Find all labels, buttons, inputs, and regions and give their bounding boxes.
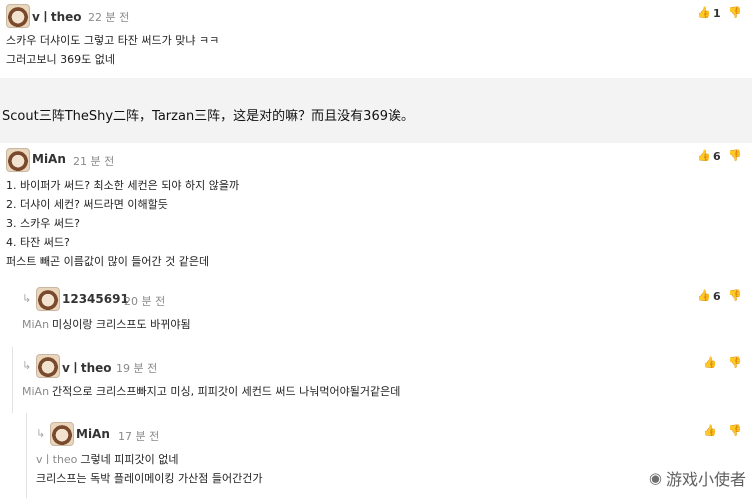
reply-line: 그렇네 피피갓이 없네 [80,453,179,466]
reply-arrow-icon: ↳ [22,359,32,372]
comment-text: 1. 바이퍼가 써드? 최소한 세컨은 되야 하지 않을까 2. 더샤이 세컨?… [6,176,239,271]
comment-line: 4. 타잔 써드? [6,236,70,249]
reply-timestamp: 19 분 전 [116,362,158,375]
reply-username[interactable]: vㅣtheo [62,359,112,376]
comment-line: 스카우 더샤이도 그렇고 타잔 써드가 맞냐 ㅋㅋ [6,34,220,47]
comment-line: 퍼스트 빼곤 이름값이 많이 들어간 것 같은데 [6,255,210,268]
caption-text: Scout三阵TheShy二阵，Tarzan三阵，这是对的嘛？而且没有369诶。 [2,109,414,124]
thread-line [26,413,27,498]
like-count: 6 [713,290,721,303]
thumb-up-icon[interactable]: 👍 [697,149,711,163]
reply-mention[interactable]: vㅣtheo [36,453,77,466]
thumb-down-icon[interactable]: 👎 [728,424,742,438]
comment-item: MiAn 21 분 전 👍 6 👎 1. 바이퍼가 써드? 최소한 세컨은 되야… [0,143,752,282]
reply-arrow-icon: ↳ [22,292,32,305]
avatar[interactable] [36,287,60,311]
thumb-up-icon[interactable]: 👍 [697,6,711,20]
reply-item: ↳ 12345691 20 분 전 👍 6 👎 MiAn 미싱이랑 크리스프도 바… [0,281,752,348]
thumb-down-icon[interactable]: 👎 [728,289,742,303]
reply-line: 크리스프는 독박 플레이메이킹 가산점 들어간건가 [36,472,263,485]
like-count: 1 [713,7,721,20]
comment-item: vㅣtheo 22 분 전 👍 1 👎 스카우 더샤이도 그렇고 타잔 써드가 … [0,0,752,79]
reply-text: MiAn 미싱이랑 크리스프도 바뀌야됨 [22,315,191,334]
comment-line: 그러고보니 369도 없네 [6,53,115,66]
comment-timestamp: 22 분 전 [88,11,130,24]
comment-line: 1. 바이퍼가 써드? 최소한 세컨은 되야 하지 않을까 [6,179,240,192]
reply-timestamp: 17 분 전 [118,430,160,443]
watermark: ◉ 游戏小使者 [649,466,746,490]
avatar[interactable] [50,422,74,446]
thumb-down-icon[interactable]: 👎 [728,356,742,370]
reply-arrow-icon: ↳ [36,427,46,440]
watermark-text: 游戏小使者 [665,470,746,489]
thumb-down-icon[interactable]: 👎 [728,6,742,20]
reply-username[interactable]: 12345691 [62,292,129,306]
reply-mention[interactable]: MiAn [22,385,49,398]
reply-timestamp: 20 분 전 [124,295,166,308]
thumb-up-icon[interactable]: 👍 [703,424,717,438]
reply-line: 간적으로 크리스프빠지고 미싱, 피피갓이 세컨드 써드 나눠먹어야될거같은데 [52,385,401,398]
translation-caption: Scout三阵TheShy二阵，Tarzan三阵，这是对的嘛？而且没有369诶。 [0,78,752,143]
comment-line: 2. 더샤이 세컨? 써드라면 이해할듯 [6,198,168,211]
avatar[interactable] [36,354,60,378]
thumb-up-icon[interactable]: 👍 [697,289,711,303]
thumb-up-icon[interactable]: 👍 [703,356,717,370]
comment-text: 스카우 더샤이도 그렇고 타잔 써드가 맞냐 ㅋㅋ 그러고보니 369도 없네 [6,31,219,69]
comment-username[interactable]: MiAn [32,152,66,166]
thumb-down-icon[interactable]: 👎 [728,149,742,163]
reply-mention[interactable]: MiAn [22,318,49,331]
avatar[interactable] [6,148,30,172]
reply-text: MiAn 간적으로 크리스프빠지고 미싱, 피피갓이 세컨드 써드 나눠먹어야될거… [22,382,400,401]
reply-item: ↳ MiAn 17 분 전 👍 👎 vㅣtheo 그렇네 피피갓이 없네 크리스프… [0,413,752,498]
comment-timestamp: 21 분 전 [73,155,115,168]
like-count: 6 [713,150,721,163]
reply-text: vㅣtheo 그렇네 피피갓이 없네 크리스프는 독박 플레이메이킹 가산점 들어… [36,450,263,488]
reply-line: 미싱이랑 크리스프도 바뀌야됨 [52,318,191,331]
weibo-logo-icon: ◉ [648,469,662,487]
reply-item: ↳ vㅣtheo 19 분 전 👍 👎 MiAn 간적으로 크리스프빠지고 미싱,… [0,347,752,414]
thread-line [12,347,13,413]
avatar[interactable] [6,4,30,28]
comment-username[interactable]: vㅣtheo [32,8,82,25]
comment-line: 3. 스카우 써드? [6,217,80,230]
reply-username[interactable]: MiAn [76,427,110,441]
